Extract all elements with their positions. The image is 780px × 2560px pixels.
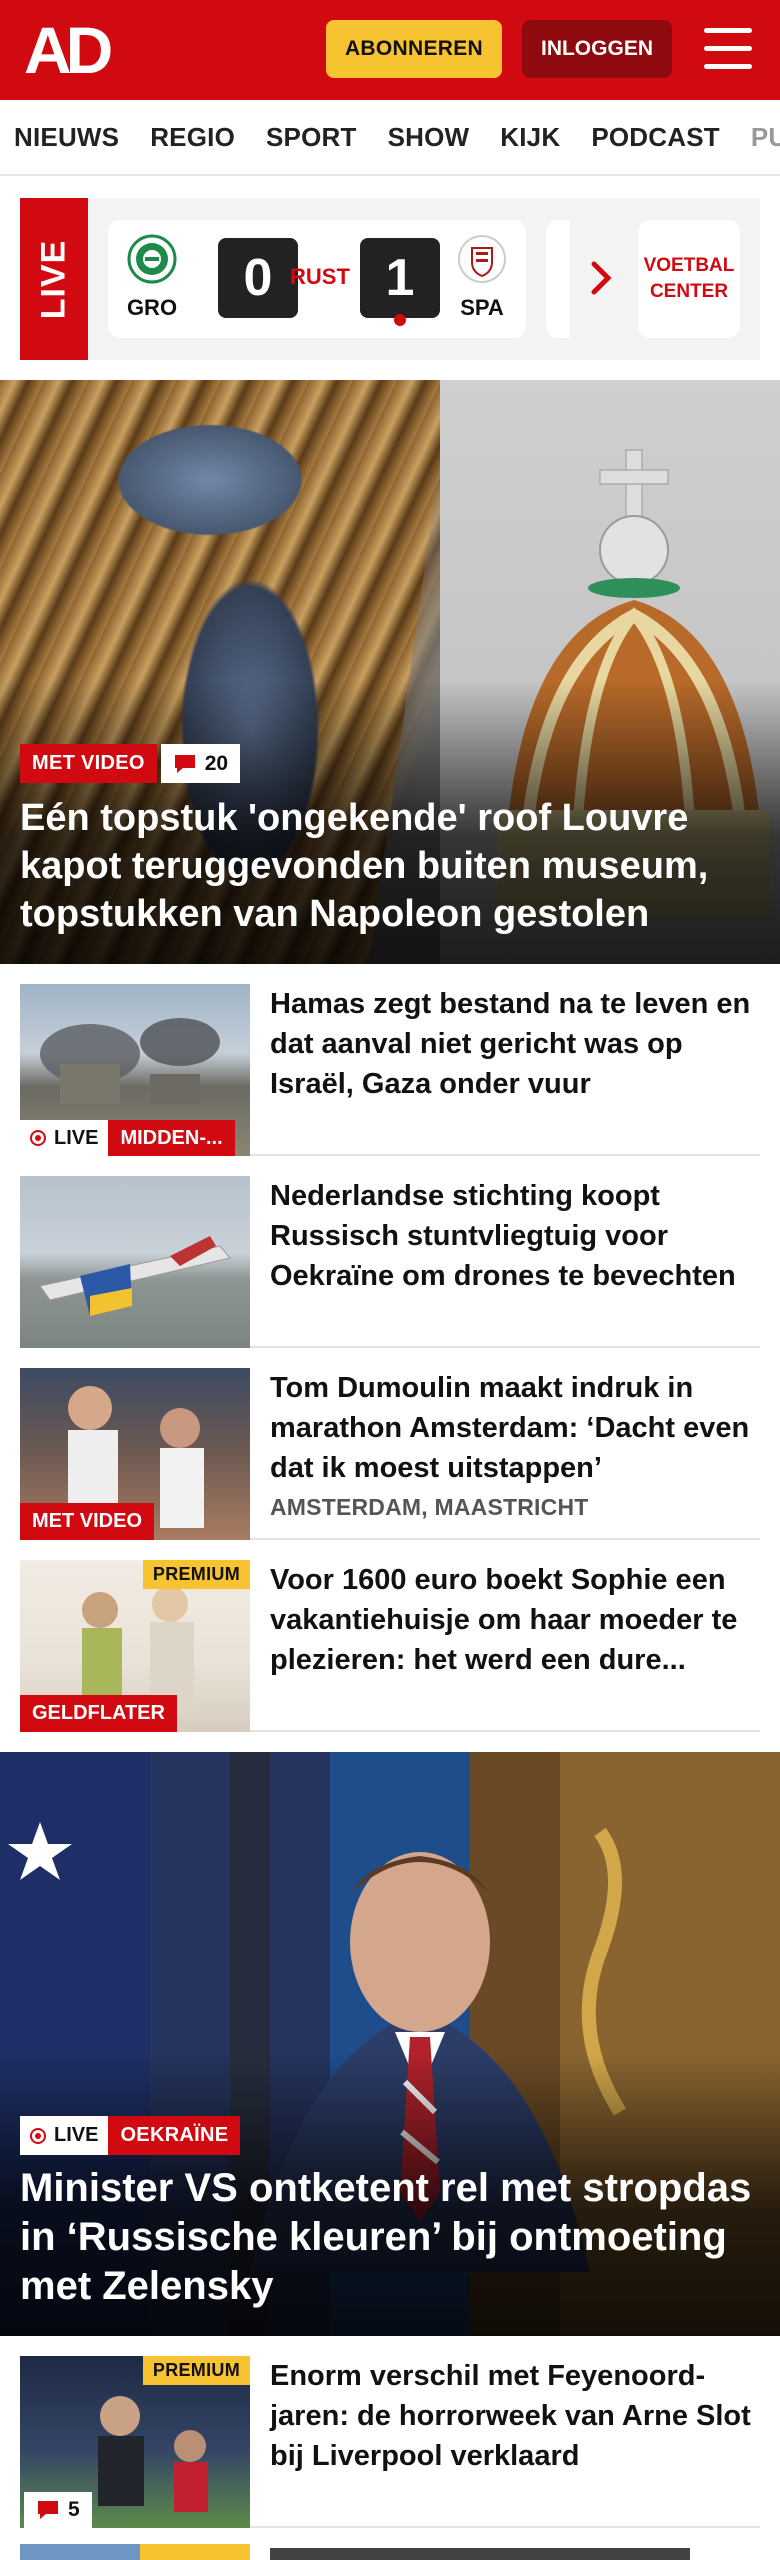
nav-item-podcast[interactable]: PODCAST [591, 122, 720, 153]
groningen-crest-icon [127, 234, 177, 284]
article-title[interactable]: Nederlandse stichting koopt Russisch stu… [270, 1176, 760, 1296]
article-item[interactable]: Nederlandse stichting koopt Russisch stu… [20, 1156, 760, 1348]
nav-item-kijk[interactable]: KIJK [500, 122, 560, 153]
menu-icon[interactable] [704, 28, 752, 70]
section-nav: NIEUWS REGIO SPORT SHOW KIJK PODCAST PUZ… [0, 100, 780, 176]
comment-count-badge[interactable]: 5 [24, 2492, 92, 2528]
live-scores-strip: LIVE GRO 0 RUST 1 SPA VOETBAL CENTER [20, 198, 760, 360]
live-badge: LIVE [20, 2116, 109, 2155]
section-tag: MIDDEN-... [108, 1120, 235, 1156]
home-club-abbr: GRO [126, 295, 178, 320]
geldflater-tag: GELDFLATER [20, 1695, 177, 1732]
premium-badge: PREMIUM [142, 2356, 250, 2385]
article-item[interactable]: MET VIDEO Tom Dumoulin maakt indruk in m… [20, 1348, 760, 1540]
article-thumbnail: MET VIDEO [20, 1368, 250, 1540]
met-video-tag: MET VIDEO [20, 1503, 155, 1540]
home-club: GRO [122, 234, 182, 321]
live-label: LIVE [20, 198, 88, 360]
nav-item-regio[interactable]: REGIO [150, 122, 235, 153]
hero-article-2[interactable]: LIVE OEKRAÏNE Minister VS ontketent rel … [0, 1752, 780, 2336]
article-location: AMSTERDAM, MAASTRICHT [270, 1494, 589, 1520]
subscribe-button[interactable]: ABONNEREN [326, 20, 502, 78]
comment-count: 20 [204, 751, 229, 775]
top-header: AD ABONNEREN INLOGGEN [0, 0, 780, 100]
comment-count-badge[interactable]: 20 [160, 744, 241, 783]
hero2-title[interactable]: Minister VS ontketent rel met stropdas i… [20, 2164, 760, 2311]
hero2-tags: LIVE OEKRAÏNE [20, 2116, 241, 2155]
live-record-icon [30, 2127, 46, 2144]
article-title[interactable]: Tom Dumoulin maakt indruk in marathon Am… [270, 1368, 760, 1488]
home-score: 0 [218, 238, 298, 318]
premium-badge: PREMIUM [142, 1560, 250, 1589]
met-video-tag: MET VIDEO [20, 744, 157, 783]
article-item[interactable]: PREMIUM 5 Enorm verschil met Feyenoord-j… [20, 2336, 760, 2528]
article-title[interactable]: Voor 1600 euro boekt Sophie een vakantie… [270, 1560, 760, 1680]
hero-article[interactable]: MET VIDEO 20 Eén topstuk 'ongekende' roo… [0, 380, 780, 964]
live-record-icon [30, 1130, 46, 1146]
sparta-crest-icon [458, 235, 506, 283]
next-article-title-peek [270, 2548, 690, 2560]
comment-icon [38, 2501, 58, 2519]
chevron-right-icon[interactable] [588, 258, 616, 298]
comment-icon [174, 754, 195, 773]
next-article-thumbnail [20, 2544, 250, 2560]
article-thumbnail: LIVE MIDDEN-... [20, 984, 250, 1156]
nav-item-nieuws[interactable]: NIEUWS [14, 122, 119, 153]
voetbal-center-link[interactable]: VOETBAL CENTER [638, 220, 740, 338]
article-thumbnail: PREMIUM GELDFLATER [20, 1560, 250, 1732]
next-match-card[interactable] [546, 220, 570, 338]
article-title[interactable]: Hamas zegt bestand na te leven en dat aa… [270, 984, 760, 1104]
away-score: 1 [360, 238, 440, 318]
nav-item-sport[interactable]: SPORT [266, 122, 357, 153]
article-thumbnail [20, 1176, 250, 1348]
oekraine-tag: OEKRAÏNE [108, 2116, 241, 2155]
article-item[interactable]: LIVE MIDDEN-... Hamas zegt bestand na te… [20, 964, 760, 1156]
article-thumbnail: PREMIUM 5 [20, 2356, 250, 2528]
hero-tags: MET VIDEO 20 [20, 744, 241, 783]
login-button[interactable]: INLOGGEN [522, 20, 672, 78]
match-card[interactable]: GRO 0 RUST 1 SPA [108, 220, 526, 338]
away-club-abbr: SPA [460, 295, 504, 320]
ad-logo[interactable]: AD [24, 17, 113, 83]
article-title[interactable]: Enorm verschil met Feyenoord-jaren: de h… [270, 2356, 760, 2476]
nav-item-puzzel[interactable]: PUZZ [751, 122, 780, 153]
away-club: SPA [452, 234, 512, 321]
comment-count: 5 [68, 2498, 80, 2521]
live-badge: LIVE MIDDEN-... [20, 1120, 235, 1156]
article-item[interactable]: PREMIUM GELDFLATER Voor 1600 euro boekt … [20, 1540, 760, 1732]
match-status: RUST [290, 264, 350, 289]
stunt-plane-image [39, 1236, 231, 1316]
live-score-dot [394, 314, 406, 326]
hero-title[interactable]: Eén topstuk 'ongekende' roof Louvre kapo… [20, 794, 765, 938]
nav-item-show[interactable]: SHOW [388, 122, 470, 153]
